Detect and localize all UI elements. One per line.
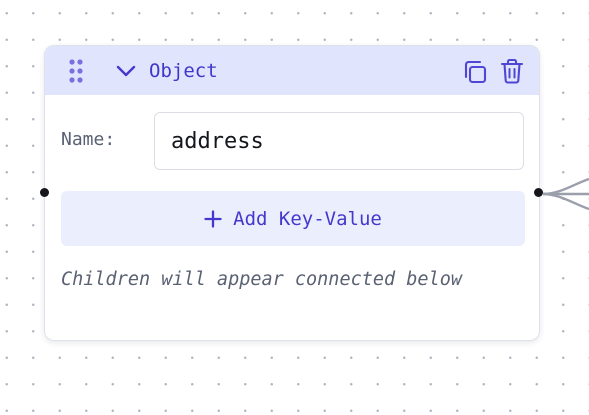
node-header: Object	[45, 46, 539, 95]
drag-dots-icon	[69, 59, 83, 83]
duplicate-button[interactable]	[461, 58, 489, 86]
add-key-value-label: Add Key-Value	[233, 207, 382, 230]
collapse-toggle[interactable]	[115, 62, 137, 80]
input-port[interactable]	[40, 188, 49, 197]
plus-icon	[204, 209, 222, 228]
copy-icon	[464, 60, 487, 84]
object-node[interactable]: Object Name: Add Key-Value Children will…	[44, 45, 540, 341]
delete-button[interactable]	[498, 57, 526, 85]
chevron-down-icon	[116, 65, 136, 77]
node-type-label: Object	[149, 60, 218, 82]
children-hint: Children will appear connected below	[61, 269, 462, 290]
add-key-value-button[interactable]: Add Key-Value	[61, 191, 525, 246]
name-input[interactable]	[154, 112, 524, 170]
name-label: Name:	[61, 129, 116, 150]
trash-icon	[500, 58, 524, 84]
connection-edge[interactable]	[540, 176, 589, 212]
drag-handle[interactable]	[68, 59, 84, 85]
